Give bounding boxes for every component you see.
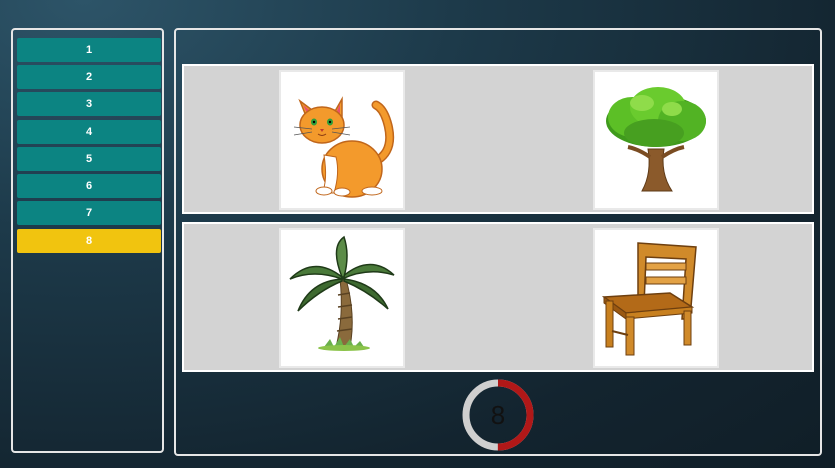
timer-value: 8 — [490, 399, 506, 430]
palm-tree-image — [289, 235, 395, 351]
cat-image — [293, 96, 395, 198]
choice-card-cat[interactable] — [279, 70, 405, 210]
question-button-3[interactable]: 3 — [17, 92, 161, 116]
choice-card-tree[interactable] — [593, 70, 719, 210]
choice-card-chair[interactable] — [593, 228, 719, 368]
choice-row-2 — [182, 222, 814, 372]
choice-row-1 — [182, 64, 814, 214]
countdown-timer: 8 — [462, 379, 534, 451]
question-sidebar: 1 2 3 4 5 6 7 8 — [11, 28, 164, 453]
question-button-2[interactable]: 2 — [17, 65, 161, 89]
question-button-8[interactable]: 8 — [17, 229, 161, 253]
question-button-6[interactable]: 6 — [17, 174, 161, 198]
chair-image — [601, 242, 697, 356]
question-button-4[interactable]: 4 — [17, 120, 161, 144]
choice-card-palm-tree[interactable] — [279, 228, 405, 368]
tree-image — [606, 87, 706, 192]
question-button-5[interactable]: 5 — [17, 147, 161, 171]
question-button-7[interactable]: 7 — [17, 201, 161, 225]
question-button-1[interactable]: 1 — [17, 38, 161, 62]
